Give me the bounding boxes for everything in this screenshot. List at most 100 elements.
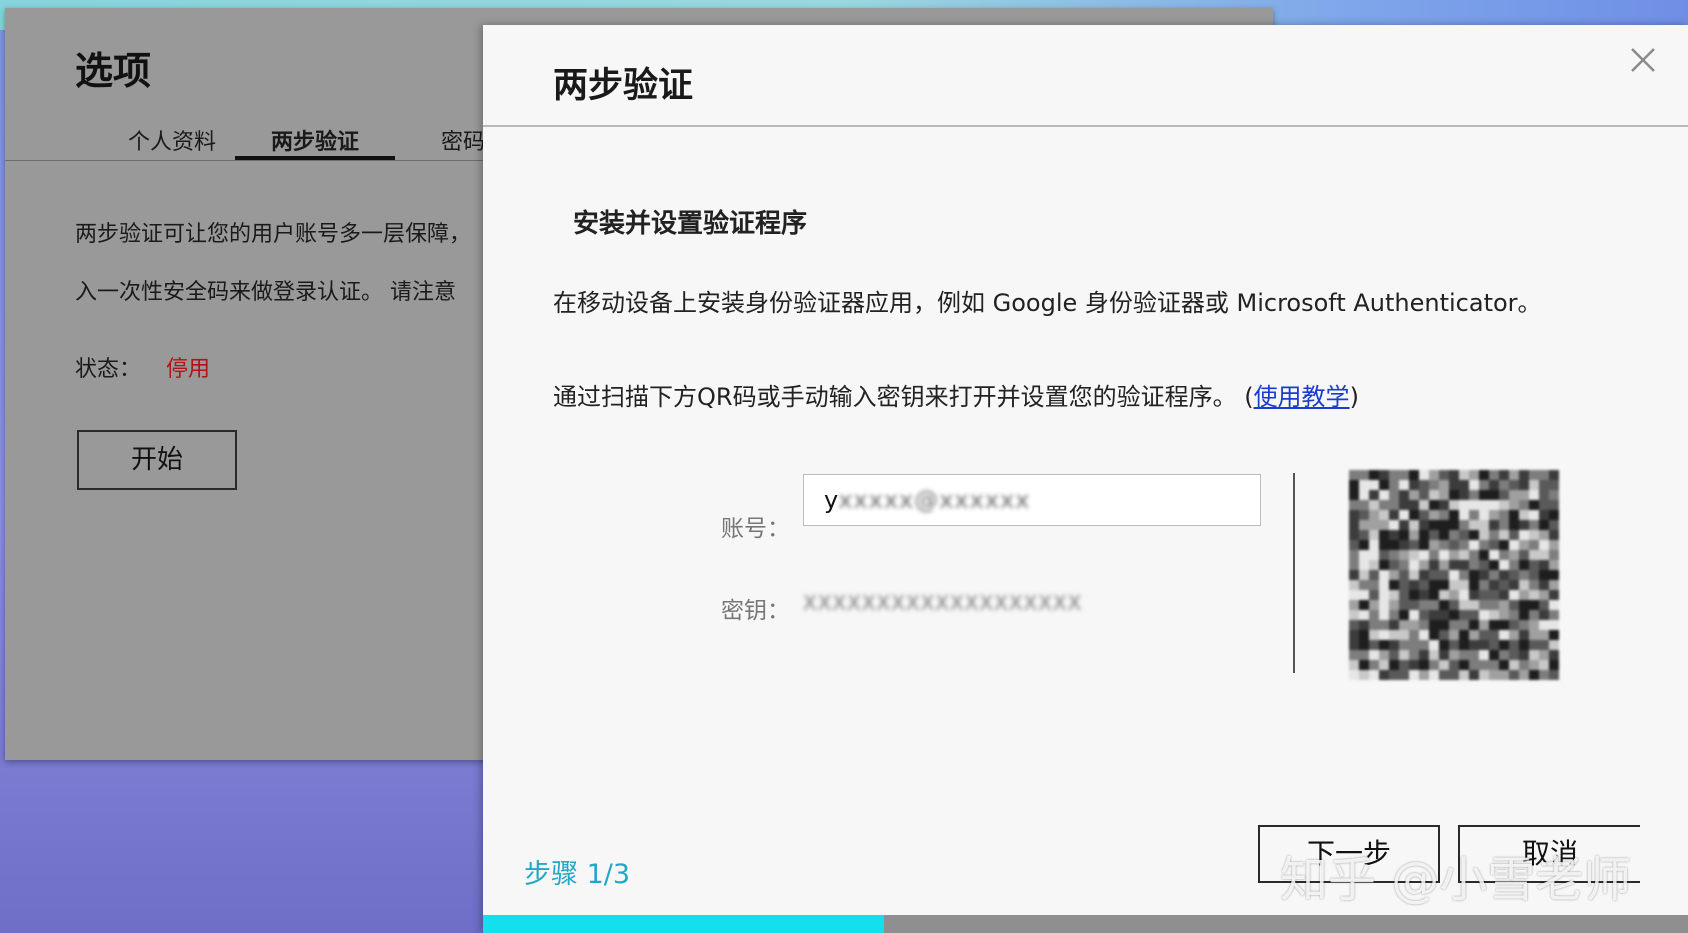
start-button[interactable]: 开始 [77,430,237,490]
qr-module [1529,480,1540,491]
qr-module [1469,490,1480,501]
qr-module [1439,620,1450,631]
qr-module [1399,500,1410,511]
qr-module [1479,500,1490,511]
qr-module [1539,530,1550,541]
qr-module [1489,660,1500,671]
secret-key-label: 密钥： [721,598,790,624]
qr-module [1499,530,1510,541]
qr-module [1379,600,1390,611]
qr-module [1429,560,1440,571]
qr-module [1499,470,1510,481]
qr-module [1359,640,1370,651]
scan-instruction-end: ) [1349,383,1359,411]
qr-module [1469,500,1480,511]
qr-module [1529,520,1540,531]
qr-module [1389,530,1400,541]
qr-module [1499,650,1510,661]
qr-module [1489,480,1500,491]
qr-module [1479,670,1490,680]
qr-module [1449,580,1460,591]
qr-module [1379,590,1390,601]
tab-profile[interactable]: 个人资料 [97,124,247,160]
qr-module [1519,620,1530,631]
qr-module [1539,650,1550,661]
qr-module [1399,570,1410,581]
qr-module [1379,480,1390,491]
qr-module [1399,520,1410,531]
qr-module [1399,650,1410,661]
qr-module [1469,620,1480,631]
qr-module [1429,610,1440,621]
qr-module [1369,490,1380,501]
qr-module [1379,520,1390,531]
qr-module [1489,530,1500,541]
qr-module [1509,470,1520,481]
qr-module [1489,610,1500,621]
account-field[interactable]: yxxxxx@xxxxxx [803,474,1261,526]
qr-module [1459,650,1470,661]
qr-module [1529,630,1540,641]
qr-module [1489,670,1500,680]
qr-module [1499,590,1510,601]
qr-module [1399,560,1410,571]
qr-module [1449,510,1460,521]
progress-bar [483,915,1688,933]
secret-key-value: XXXXXXXXXXXXXXXXXXX [803,591,1083,615]
qr-module [1469,470,1480,481]
qr-module [1369,550,1380,561]
qr-module [1459,490,1470,501]
qr-module [1449,590,1460,601]
qr-module [1349,620,1360,631]
install-instruction: 在移动设备上安装身份验证器应用，例如 Google 身份验证器或 Microso… [553,289,1542,317]
qr-module [1419,550,1430,561]
qr-module [1479,590,1490,601]
watermark: 知乎 @小雪老师 [1280,852,1632,908]
qr-module [1549,580,1559,591]
qr-module [1389,590,1400,601]
qr-module [1379,550,1390,561]
qr-module [1459,620,1470,631]
qr-module [1459,500,1470,511]
qr-module [1349,480,1360,491]
qr-module [1429,550,1440,561]
qr-module [1529,470,1540,481]
qr-module [1369,650,1380,661]
qr-module [1389,520,1400,531]
qr-module [1439,580,1450,591]
qr-module [1389,600,1400,611]
qr-module [1449,620,1460,631]
qr-module [1409,540,1420,551]
qr-module [1429,580,1440,591]
qr-module [1369,640,1380,651]
qr-module [1349,630,1360,641]
qr-module [1409,480,1420,491]
qr-module [1429,480,1440,491]
qr-module [1409,620,1420,631]
qr-module [1449,660,1460,671]
tutorial-link[interactable]: 使用教学 [1254,383,1350,411]
qr-module [1379,620,1390,631]
qr-module [1519,550,1530,561]
qr-module [1459,530,1470,541]
qr-module [1519,470,1530,481]
close-icon[interactable] [1626,43,1660,77]
qr-module [1479,470,1490,481]
qr-module [1499,480,1510,491]
qr-module [1439,480,1450,491]
qr-module [1529,490,1540,501]
qr-module [1359,620,1370,631]
qr-module [1439,470,1450,481]
qr-module [1509,570,1520,581]
qr-module [1549,620,1559,631]
qr-module [1459,590,1470,601]
tab-two-step[interactable]: 两步验证 [235,124,395,160]
qr-module [1469,590,1480,601]
qr-module [1359,510,1370,521]
qr-module [1359,480,1370,491]
qr-module [1479,610,1490,621]
qr-module [1489,650,1500,661]
qr-module [1539,600,1550,611]
qr-module [1359,540,1370,551]
qr-module [1439,590,1450,601]
